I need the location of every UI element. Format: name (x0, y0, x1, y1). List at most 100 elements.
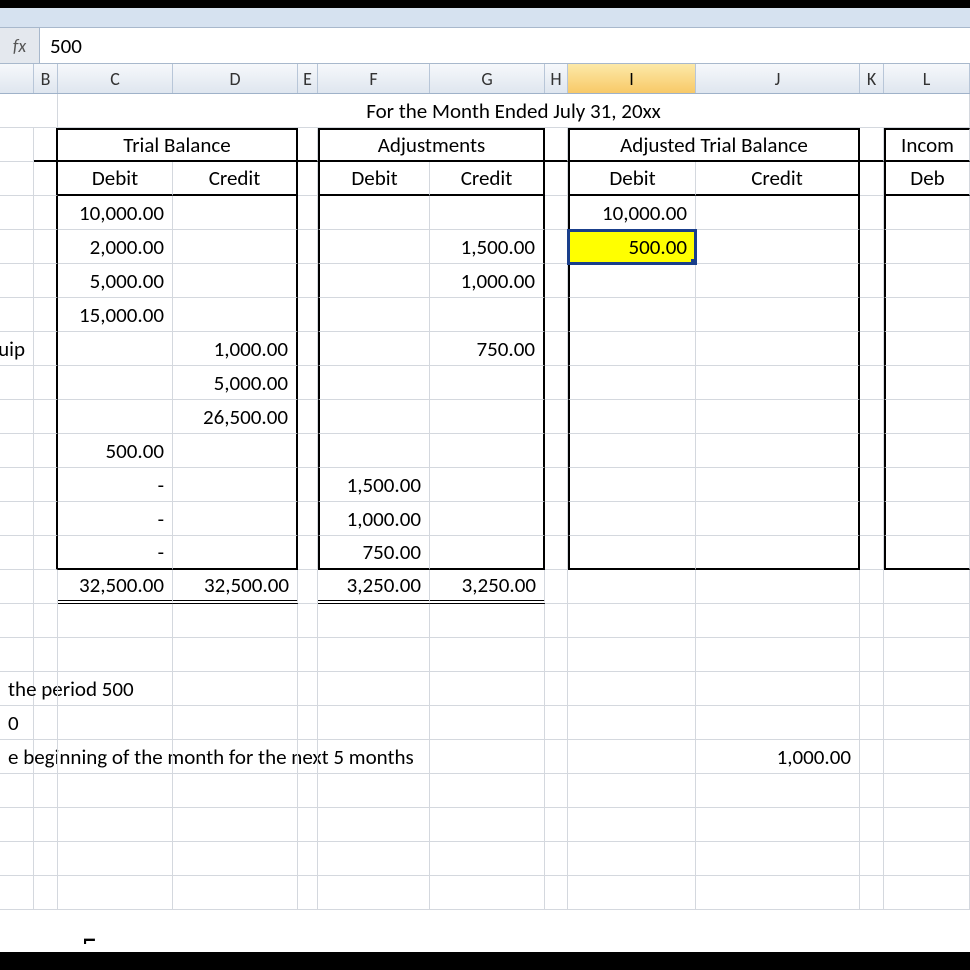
cell[interactable] (173, 876, 298, 910)
cell[interactable] (860, 672, 884, 706)
cell[interactable] (696, 604, 860, 638)
cell[interactable] (860, 434, 884, 468)
cell[interactable] (545, 196, 568, 230)
cell[interactable] (298, 740, 318, 774)
cell[interactable] (884, 332, 970, 366)
cell[interactable] (884, 196, 970, 230)
cell[interactable] (318, 808, 430, 842)
cell[interactable] (0, 298, 34, 332)
cell[interactable] (430, 502, 545, 536)
cell[interactable] (430, 706, 545, 740)
cell[interactable] (0, 774, 34, 808)
cell[interactable] (298, 706, 318, 740)
cell[interactable] (0, 638, 34, 672)
cell[interactable] (568, 638, 696, 672)
note-cell[interactable]: the period 500 (0, 672, 34, 706)
cell[interactable] (545, 774, 568, 808)
cell[interactable] (568, 672, 696, 706)
cell[interactable] (34, 808, 58, 842)
cell[interactable] (860, 502, 884, 536)
title-cell[interactable]: For the Month Ended July 31, 20xx (58, 94, 970, 128)
cell[interactable] (298, 434, 318, 468)
cell[interactable]: 1,500.00 (430, 230, 545, 264)
cell[interactable] (0, 536, 34, 570)
cell[interactable] (568, 366, 696, 400)
cell[interactable] (173, 774, 298, 808)
total-cell[interactable]: 3,250.00 (430, 570, 545, 604)
cell[interactable] (860, 162, 884, 196)
formula-input[interactable]: 500 (40, 28, 970, 63)
cell[interactable] (545, 502, 568, 536)
cell[interactable] (0, 366, 34, 400)
cell[interactable] (318, 672, 430, 706)
cell[interactable] (173, 196, 298, 230)
cell[interactable] (696, 468, 860, 502)
cell[interactable]: - (58, 468, 173, 502)
cell[interactable] (430, 842, 545, 876)
cell[interactable] (34, 196, 58, 230)
note-value[interactable]: 1,000.00 (696, 740, 860, 774)
cell[interactable] (0, 842, 34, 876)
cell[interactable] (58, 808, 173, 842)
cell[interactable] (34, 332, 58, 366)
cell[interactable] (884, 264, 970, 298)
cell[interactable] (318, 604, 430, 638)
cell[interactable] (173, 604, 298, 638)
cell[interactable] (568, 298, 696, 332)
cell[interactable] (568, 740, 696, 774)
cell[interactable] (545, 468, 568, 502)
cell[interactable] (173, 740, 298, 774)
cell[interactable] (545, 808, 568, 842)
cell[interactable] (318, 400, 430, 434)
col-header-k[interactable]: K (860, 64, 884, 93)
cell[interactable] (34, 570, 58, 604)
cell[interactable] (58, 672, 173, 706)
cell[interactable] (430, 400, 545, 434)
cell[interactable] (860, 808, 884, 842)
cell[interactable] (58, 400, 173, 434)
cell[interactable]: 750.00 (430, 332, 545, 366)
cell[interactable] (298, 536, 318, 570)
col-header-d[interactable]: D (173, 64, 298, 93)
cell[interactable] (0, 468, 34, 502)
cell[interactable] (318, 842, 430, 876)
cell[interactable] (298, 196, 318, 230)
cell[interactable] (545, 604, 568, 638)
col-header-j[interactable]: J (696, 64, 860, 93)
cell[interactable] (696, 502, 860, 536)
cell[interactable] (58, 876, 173, 910)
cell[interactable] (58, 638, 173, 672)
cell[interactable] (298, 604, 318, 638)
cell[interactable] (545, 536, 568, 570)
cell[interactable] (298, 400, 318, 434)
cell[interactable] (545, 230, 568, 264)
cell[interactable] (173, 672, 298, 706)
cell[interactable] (0, 876, 34, 910)
col-header-gutter[interactable] (0, 64, 34, 93)
cell[interactable] (298, 366, 318, 400)
header-debit[interactable]: Debit (318, 162, 430, 196)
cell[interactable]: - (58, 502, 173, 536)
cell[interactable] (298, 128, 318, 162)
cell[interactable] (34, 740, 58, 774)
col-header-e[interactable]: E (298, 64, 318, 93)
col-header-g[interactable]: G (430, 64, 545, 93)
cell[interactable] (318, 434, 430, 468)
cell[interactable]: 500.00 (58, 434, 173, 468)
cell[interactable] (545, 740, 568, 774)
cell[interactable] (696, 400, 860, 434)
cell[interactable] (0, 230, 34, 264)
cell[interactable]: - (58, 536, 173, 570)
cell[interactable] (0, 808, 34, 842)
cell[interactable] (173, 842, 298, 876)
cell[interactable] (430, 298, 545, 332)
cell[interactable] (0, 196, 34, 230)
cell[interactable] (884, 434, 970, 468)
cell[interactable] (430, 672, 545, 706)
cell[interactable]: 1,000.00 (430, 264, 545, 298)
cell[interactable] (318, 332, 430, 366)
cell[interactable] (430, 604, 545, 638)
cell[interactable] (0, 604, 34, 638)
cell[interactable] (34, 876, 58, 910)
cell[interactable] (0, 570, 34, 604)
